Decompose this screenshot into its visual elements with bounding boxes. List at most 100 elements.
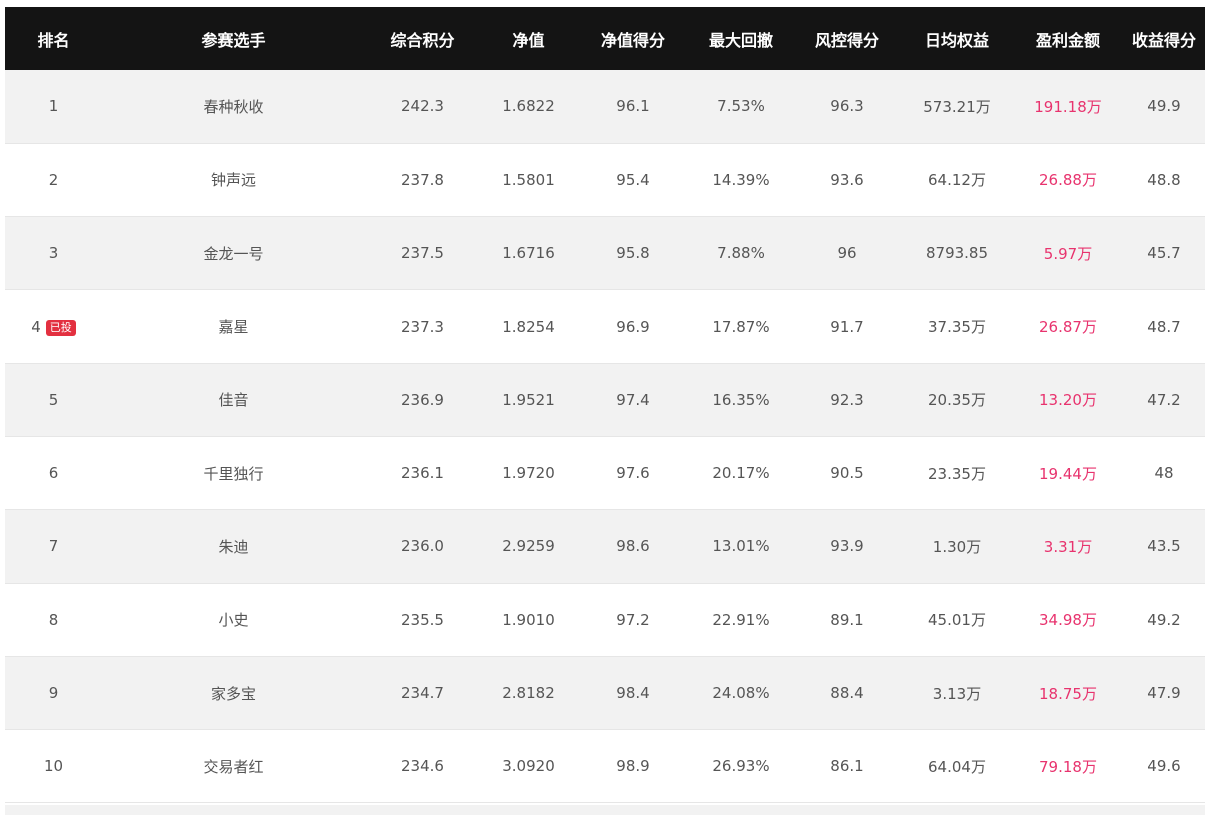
cell-composite-score: 236.1 xyxy=(401,464,444,483)
rank-number: 3 xyxy=(48,244,59,263)
cell-player-name: 家多宝 xyxy=(210,684,256,703)
invested-badge: 已投 xyxy=(45,319,76,336)
table-row[interactable]: 1 春种秋收 242.3 1.6822 96.1 7.53% 96.3 573.21万 191.… xyxy=(5,70,1205,144)
table-row[interactable]: 2 钟声远 237.8 1.5801 95.4 14.39% 93.6 64.12万 26.88… xyxy=(5,143,1205,217)
cell-risk-score: 86.1 xyxy=(830,757,864,776)
cell-composite-score: 235.5 xyxy=(401,610,444,629)
cell-max-drawdown: 20.17% xyxy=(712,464,770,483)
header-profit[interactable]: 盈利金额 xyxy=(1013,7,1123,70)
cell-composite-score: 237.5 xyxy=(401,244,444,263)
header-nav-score[interactable]: 净值得分 xyxy=(577,7,689,70)
header-return-score[interactable]: 收益得分 xyxy=(1123,7,1205,70)
cell-nav-score: 97.2 xyxy=(616,610,650,629)
cell-profit: 3.31万 xyxy=(1043,537,1093,556)
header-composite-score[interactable]: 综合积分 xyxy=(365,7,480,70)
cell-profit: 191.18万 xyxy=(1034,97,1102,116)
table-row[interactable]: 5 佳音 236.9 1.9521 97.4 16.35% 92.3 20.35万 13.20万… xyxy=(5,363,1205,437)
cell-return-score: 49.2 xyxy=(1147,610,1181,629)
cell-risk-score: 93.6 xyxy=(830,170,864,189)
cell-composite-score: 236.9 xyxy=(401,390,444,409)
cell-return-score: 48.7 xyxy=(1147,317,1181,336)
cell-risk-score: 92.3 xyxy=(830,390,864,409)
rank-number: 9 xyxy=(48,684,59,703)
cell-nav-score: 96.9 xyxy=(616,317,650,336)
cell-risk-score: 91.7 xyxy=(830,317,864,336)
cell-risk-score: 96 xyxy=(837,244,857,263)
ranking-table-container: 排名 参赛选手 综合积分 净值 净值得分 最大回撤 风控得分 日均权益 盈利金额… xyxy=(5,7,1205,803)
cell-avg-equity: 573.21万 xyxy=(923,97,991,116)
cell-rank: 9 xyxy=(5,656,102,729)
cell-nav-score: 98.6 xyxy=(616,537,650,556)
cell-profit: 26.87万 xyxy=(1039,318,1097,337)
cell-risk-score: 93.9 xyxy=(830,537,864,556)
cell-max-drawdown: 26.93% xyxy=(712,757,770,776)
cell-max-drawdown: 7.53% xyxy=(717,97,765,116)
cell-avg-equity: 8793.85 xyxy=(925,244,989,263)
cell-avg-equity: 37.35万 xyxy=(928,318,986,337)
cell-rank: 6 xyxy=(5,436,102,509)
cell-profit: 79.18万 xyxy=(1039,757,1097,776)
header-row: 排名 参赛选手 综合积分 净值 净值得分 最大回撤 风控得分 日均权益 盈利金额… xyxy=(5,7,1205,70)
cell-player-name: 小史 xyxy=(218,611,249,630)
cell-player-name: 交易者红 xyxy=(203,757,264,776)
rank-number: 6 xyxy=(48,464,59,483)
table-bottom-strip xyxy=(5,805,1205,815)
cell-nav: 1.8254 xyxy=(502,317,555,336)
cell-player-name: 嘉星 xyxy=(218,318,249,337)
cell-nav-score: 96.1 xyxy=(616,97,650,116)
table-row[interactable]: 7 朱迪 236.0 2.9259 98.6 13.01% 93.9 1.30万 3.31万 43… xyxy=(5,509,1205,584)
header-avg-equity[interactable]: 日均权益 xyxy=(901,7,1013,70)
cell-rank: 1 xyxy=(5,70,102,143)
cell-max-drawdown: 24.08% xyxy=(712,684,770,703)
rank-number: 5 xyxy=(48,390,59,409)
rank-number: 10 xyxy=(43,757,64,776)
cell-nav: 1.9720 xyxy=(502,464,555,483)
cell-return-score: 49.6 xyxy=(1147,757,1181,776)
cell-nav: 2.8182 xyxy=(502,684,555,703)
cell-rank: 8 xyxy=(5,583,102,656)
header-max-drawdown[interactable]: 最大回撤 xyxy=(689,7,793,70)
cell-risk-score: 88.4 xyxy=(830,684,864,703)
cell-profit: 34.98万 xyxy=(1039,611,1097,630)
cell-nav: 3.0920 xyxy=(502,757,555,776)
cell-profit: 19.44万 xyxy=(1039,464,1097,483)
cell-rank: 3 xyxy=(5,217,102,290)
table-row[interactable]: 10 交易者红 234.6 3.0920 98.9 26.93% 86.1 64.04万 79.… xyxy=(5,729,1205,803)
cell-nav-score: 95.4 xyxy=(616,170,650,189)
header-rank[interactable]: 排名 xyxy=(5,7,102,70)
table-row[interactable]: 4 已投 嘉星 237.3 1.8254 96.9 17.87% 91.7 37.35万 26.8… xyxy=(5,289,1205,364)
header-player[interactable]: 参赛选手 xyxy=(102,7,365,70)
cell-nav: 1.6716 xyxy=(502,244,555,263)
header-risk-score[interactable]: 风控得分 xyxy=(793,7,901,70)
cell-risk-score: 89.1 xyxy=(830,610,864,629)
cell-rank: 10 xyxy=(5,730,102,803)
cell-nav: 1.5801 xyxy=(502,170,555,189)
cell-nav-score: 95.8 xyxy=(616,244,650,263)
cell-rank: 5 xyxy=(5,363,102,436)
rank-number: 2 xyxy=(48,170,59,189)
cell-player-name: 金龙一号 xyxy=(203,244,264,263)
cell-avg-equity: 64.12万 xyxy=(928,171,986,190)
cell-avg-equity: 20.35万 xyxy=(928,391,986,410)
table-row[interactable]: 9 家多宝 234.7 2.8182 98.4 24.08% 88.4 3.13万 18.75万… xyxy=(5,656,1205,730)
cell-avg-equity: 23.35万 xyxy=(928,464,986,483)
table-row[interactable]: 8 小史 235.5 1.9010 97.2 22.91% 89.1 45.01万 34.98万… xyxy=(5,583,1205,657)
header-nav[interactable]: 净值 xyxy=(480,7,577,70)
cell-return-score: 48 xyxy=(1154,464,1174,483)
cell-player-name: 钟声远 xyxy=(210,171,256,190)
cell-max-drawdown: 16.35% xyxy=(712,390,770,409)
cell-composite-score: 234.6 xyxy=(401,757,444,776)
cell-return-score: 49.9 xyxy=(1147,97,1181,116)
table-row[interactable]: 3 金龙一号 237.5 1.6716 95.8 7.88% 96 8793.85 5.97万 4… xyxy=(5,216,1205,290)
rank-number: 1 xyxy=(48,97,59,116)
cell-composite-score: 242.3 xyxy=(401,97,444,116)
cell-avg-equity: 64.04万 xyxy=(928,757,986,776)
table-row[interactable]: 6 千里独行 236.1 1.9720 97.6 20.17% 90.5 23.35万 19.4… xyxy=(5,436,1205,510)
cell-return-score: 48.8 xyxy=(1147,170,1181,189)
cell-max-drawdown: 14.39% xyxy=(712,170,770,189)
cell-nav-score: 98.9 xyxy=(616,757,650,776)
cell-nav: 1.9521 xyxy=(502,390,555,409)
cell-avg-equity: 1.30万 xyxy=(932,537,982,556)
rank-number: 8 xyxy=(48,610,59,629)
cell-return-score: 47.2 xyxy=(1147,390,1181,409)
